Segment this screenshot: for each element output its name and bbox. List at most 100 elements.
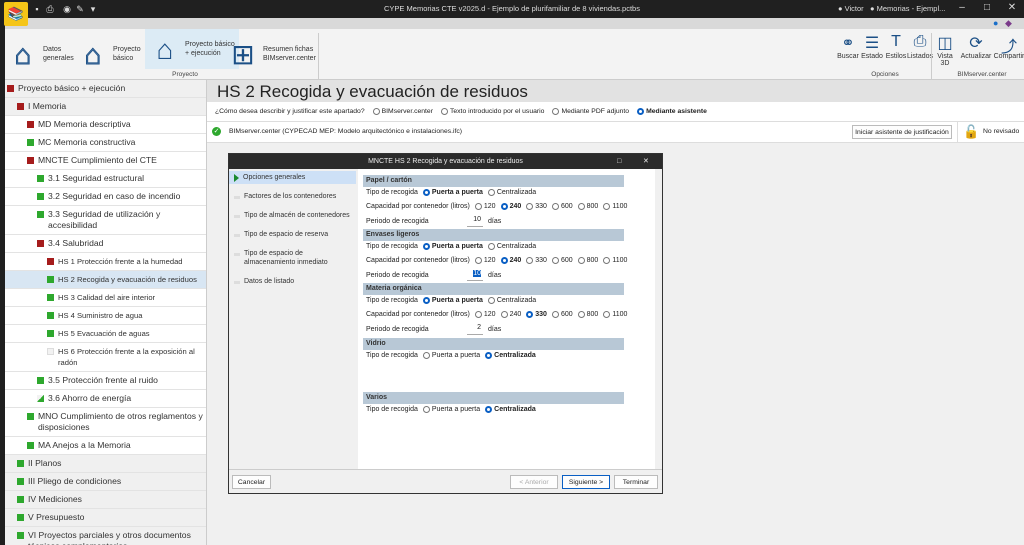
dialog-nav-item[interactable]: Factores de los contenedores	[229, 190, 356, 203]
unlock-icon[interactable]: 🔓	[963, 124, 979, 140]
tree-item[interactable]: VI Proyectos parciales y otros documento…	[5, 527, 206, 545]
tree-item[interactable]: 3.4 Salubridad	[5, 235, 206, 253]
ribbon-button-2[interactable]: ⌂ Proyecto básico + ejecución	[145, 29, 239, 69]
radio-label: 330	[535, 257, 547, 264]
tree-item[interactable]: MC Memoria constructiva	[5, 134, 206, 152]
mode-radio-2[interactable]: Mediante PDF adjunto	[552, 108, 629, 115]
tree-item[interactable]: MNCTE Cumplimiento del CTE	[5, 152, 206, 170]
next-button[interactable]: Siguiente >	[562, 475, 610, 489]
capacity-radio[interactable]: 240	[500, 257, 521, 264]
tree-item[interactable]: HS 3 Calidad del aire interior	[5, 289, 206, 307]
save-icon[interactable]: ▪	[32, 4, 42, 14]
help-book-icon[interactable]: ◆	[1005, 18, 1012, 29]
ribbon-button-listados[interactable]: ⎙ Listados	[906, 33, 934, 60]
dialog-close-button[interactable]: ✕	[643, 154, 649, 169]
tree-item[interactable]: 3.3 Seguridad de utilización y accesibil…	[5, 206, 206, 235]
tree-item[interactable]: HS 1 Protección frente a la humedad	[5, 253, 206, 271]
collection-type-radio[interactable]: Centralizada	[487, 243, 536, 250]
customize-dropdown-icon[interactable]: ▾	[88, 4, 98, 14]
tree-item[interactable]: MD Memoria descriptiva	[5, 116, 206, 134]
start-wizard-button[interactable]: Iniciar asistente de justificación	[852, 125, 952, 139]
tree-item[interactable]: MA Anejos a la Memoria	[5, 437, 206, 455]
document-indicator[interactable]: ● Memorias - Ejempl...	[870, 4, 945, 13]
collection-type-radio[interactable]: Puerta a puerta	[422, 352, 480, 359]
ribbon-button-0[interactable]: ⌂ Datos generales	[7, 34, 74, 74]
capacity-radio[interactable]: 120	[474, 257, 496, 264]
collection-type-radio[interactable]: Centralizada	[485, 406, 536, 413]
collection-type-radio[interactable]: Centralizada	[487, 189, 536, 196]
capacity-radio[interactable]: 800	[577, 311, 598, 318]
tree-item[interactable]: MNO Cumplimiento de otros reglamentos y …	[5, 408, 206, 437]
tree-item[interactable]: V Presupuesto	[5, 509, 206, 527]
tree-item[interactable]: I Memoria	[5, 98, 206, 116]
tree-item[interactable]: HS 5 Evacuación de aguas	[5, 325, 206, 343]
period-input[interactable]: 10	[467, 270, 483, 281]
tree-item[interactable]: II Planos	[5, 455, 206, 473]
brush-icon[interactable]: ✎	[75, 4, 85, 14]
capacity-radio[interactable]: 600	[551, 257, 573, 264]
mode-radio-0[interactable]: BIMserver.center	[372, 108, 433, 115]
finish-button[interactable]: Terminar	[614, 475, 658, 489]
collection-type-radio[interactable]: Centralizada	[487, 297, 536, 304]
minimize-button[interactable]: –	[950, 2, 974, 16]
tree-item[interactable]: 3.6 Ahorro de energía	[5, 390, 206, 408]
palette-icon[interactable]: ◉	[62, 4, 72, 14]
user-account[interactable]: ● Victor	[838, 4, 864, 13]
dialog-nav-item[interactable]: Tipo de espacio de almacenamiento inmedi…	[229, 247, 356, 269]
tree-item[interactable]: III Pliego de condiciones	[5, 473, 206, 491]
radio-label: Mediante asistente	[646, 108, 707, 115]
capacity-radio[interactable]: 1100	[603, 311, 627, 318]
tree-item[interactable]: 3.2 Seguridad en caso de incendio	[5, 188, 206, 206]
capacity-radio[interactable]: 240	[500, 311, 521, 318]
ribbon-button-bim-2[interactable]: ⤴ Compartir	[993, 33, 1024, 60]
ribbon-button-1[interactable]: ⌂ Proyecto básico	[77, 34, 141, 74]
dialog-maximize-button[interactable]: □	[617, 154, 621, 169]
capacity-radio[interactable]: 600	[551, 203, 573, 210]
capacity-radio[interactable]: 600	[551, 311, 573, 318]
collection-type-radio[interactable]: Puerta a puerta	[422, 297, 483, 304]
capacity-radio[interactable]: 800	[577, 257, 598, 264]
capacity-radio[interactable]: 330	[526, 311, 547, 318]
collection-type-radio[interactable]: Puerta a puerta	[422, 243, 483, 250]
capacity-radio[interactable]: 330	[526, 257, 547, 264]
capacity-radio[interactable]: 120	[474, 203, 496, 210]
cancel-button[interactable]: Cancelar	[232, 475, 271, 489]
tree-item[interactable]: IV Mediciones	[5, 491, 206, 509]
ribbon-button-3[interactable]: ⊞ Resumen fichas BIMserver.center	[227, 34, 316, 74]
refresh-icon: ⟳	[969, 35, 983, 52]
tree-item[interactable]: HS 4 Suministro de agua	[5, 307, 206, 325]
tree-item[interactable]: Proyecto básico + ejecución	[5, 80, 206, 98]
dialog-nav-item[interactable]: Datos de listado	[229, 275, 356, 288]
mode-radio-1[interactable]: Texto introducido por el usuario	[440, 108, 544, 115]
capacity-radio[interactable]: 1100	[603, 257, 627, 264]
tree-item[interactable]: 3.5 Protección frente al ruido	[5, 372, 206, 390]
dialog-nav-item[interactable]: Opciones generales	[229, 171, 356, 184]
capacity-radio[interactable]: 1100	[603, 203, 627, 210]
mode-radio-3[interactable]: Mediante asistente	[637, 108, 707, 115]
collection-type-radio[interactable]: Puerta a puerta	[422, 406, 480, 413]
capacity-radio[interactable]: 330	[526, 203, 547, 210]
capacity-radio[interactable]: 120	[474, 311, 496, 318]
previous-button[interactable]: < Anterior	[510, 475, 558, 489]
globe-icon[interactable]: ●	[993, 18, 998, 28]
tree-item[interactable]: 3.1 Seguridad estructural	[5, 170, 206, 188]
document-name: Memorias - Ejempl...	[876, 4, 946, 13]
period-input[interactable]: 2	[467, 324, 483, 335]
unit-label: días	[488, 272, 502, 279]
maximize-button[interactable]: □	[975, 2, 999, 16]
print-icon[interactable]: ⎙	[45, 4, 55, 14]
tree-item[interactable]: HS 6 Protección frente a la exposición a…	[5, 343, 206, 372]
tree-item[interactable]: HS 2 Recogida y evacuación de residuos	[5, 271, 206, 289]
capacity-radio[interactable]: 240	[500, 203, 521, 210]
period-input[interactable]: 10	[467, 216, 483, 227]
ribbon-button-bim-1[interactable]: ⟳ Actualizar	[960, 33, 992, 60]
collection-type-radio[interactable]: Centralizada	[485, 352, 536, 359]
collection-type-radio[interactable]: Puerta a puerta	[422, 189, 483, 196]
dialog-nav-item[interactable]: Tipo de almacén de contenedores	[229, 209, 356, 222]
project-tree[interactable]: Proyecto básico + ejecución I Memoria MD M…	[5, 80, 207, 545]
close-button[interactable]: ✕	[1000, 2, 1024, 16]
app-menu-button[interactable]: 📚	[4, 2, 28, 26]
ribbon-button-bim-0[interactable]: ◫ Vista 3D	[934, 33, 956, 67]
capacity-radio[interactable]: 800	[577, 203, 598, 210]
dialog-nav-item[interactable]: Tipo de espacio de reserva	[229, 228, 356, 241]
